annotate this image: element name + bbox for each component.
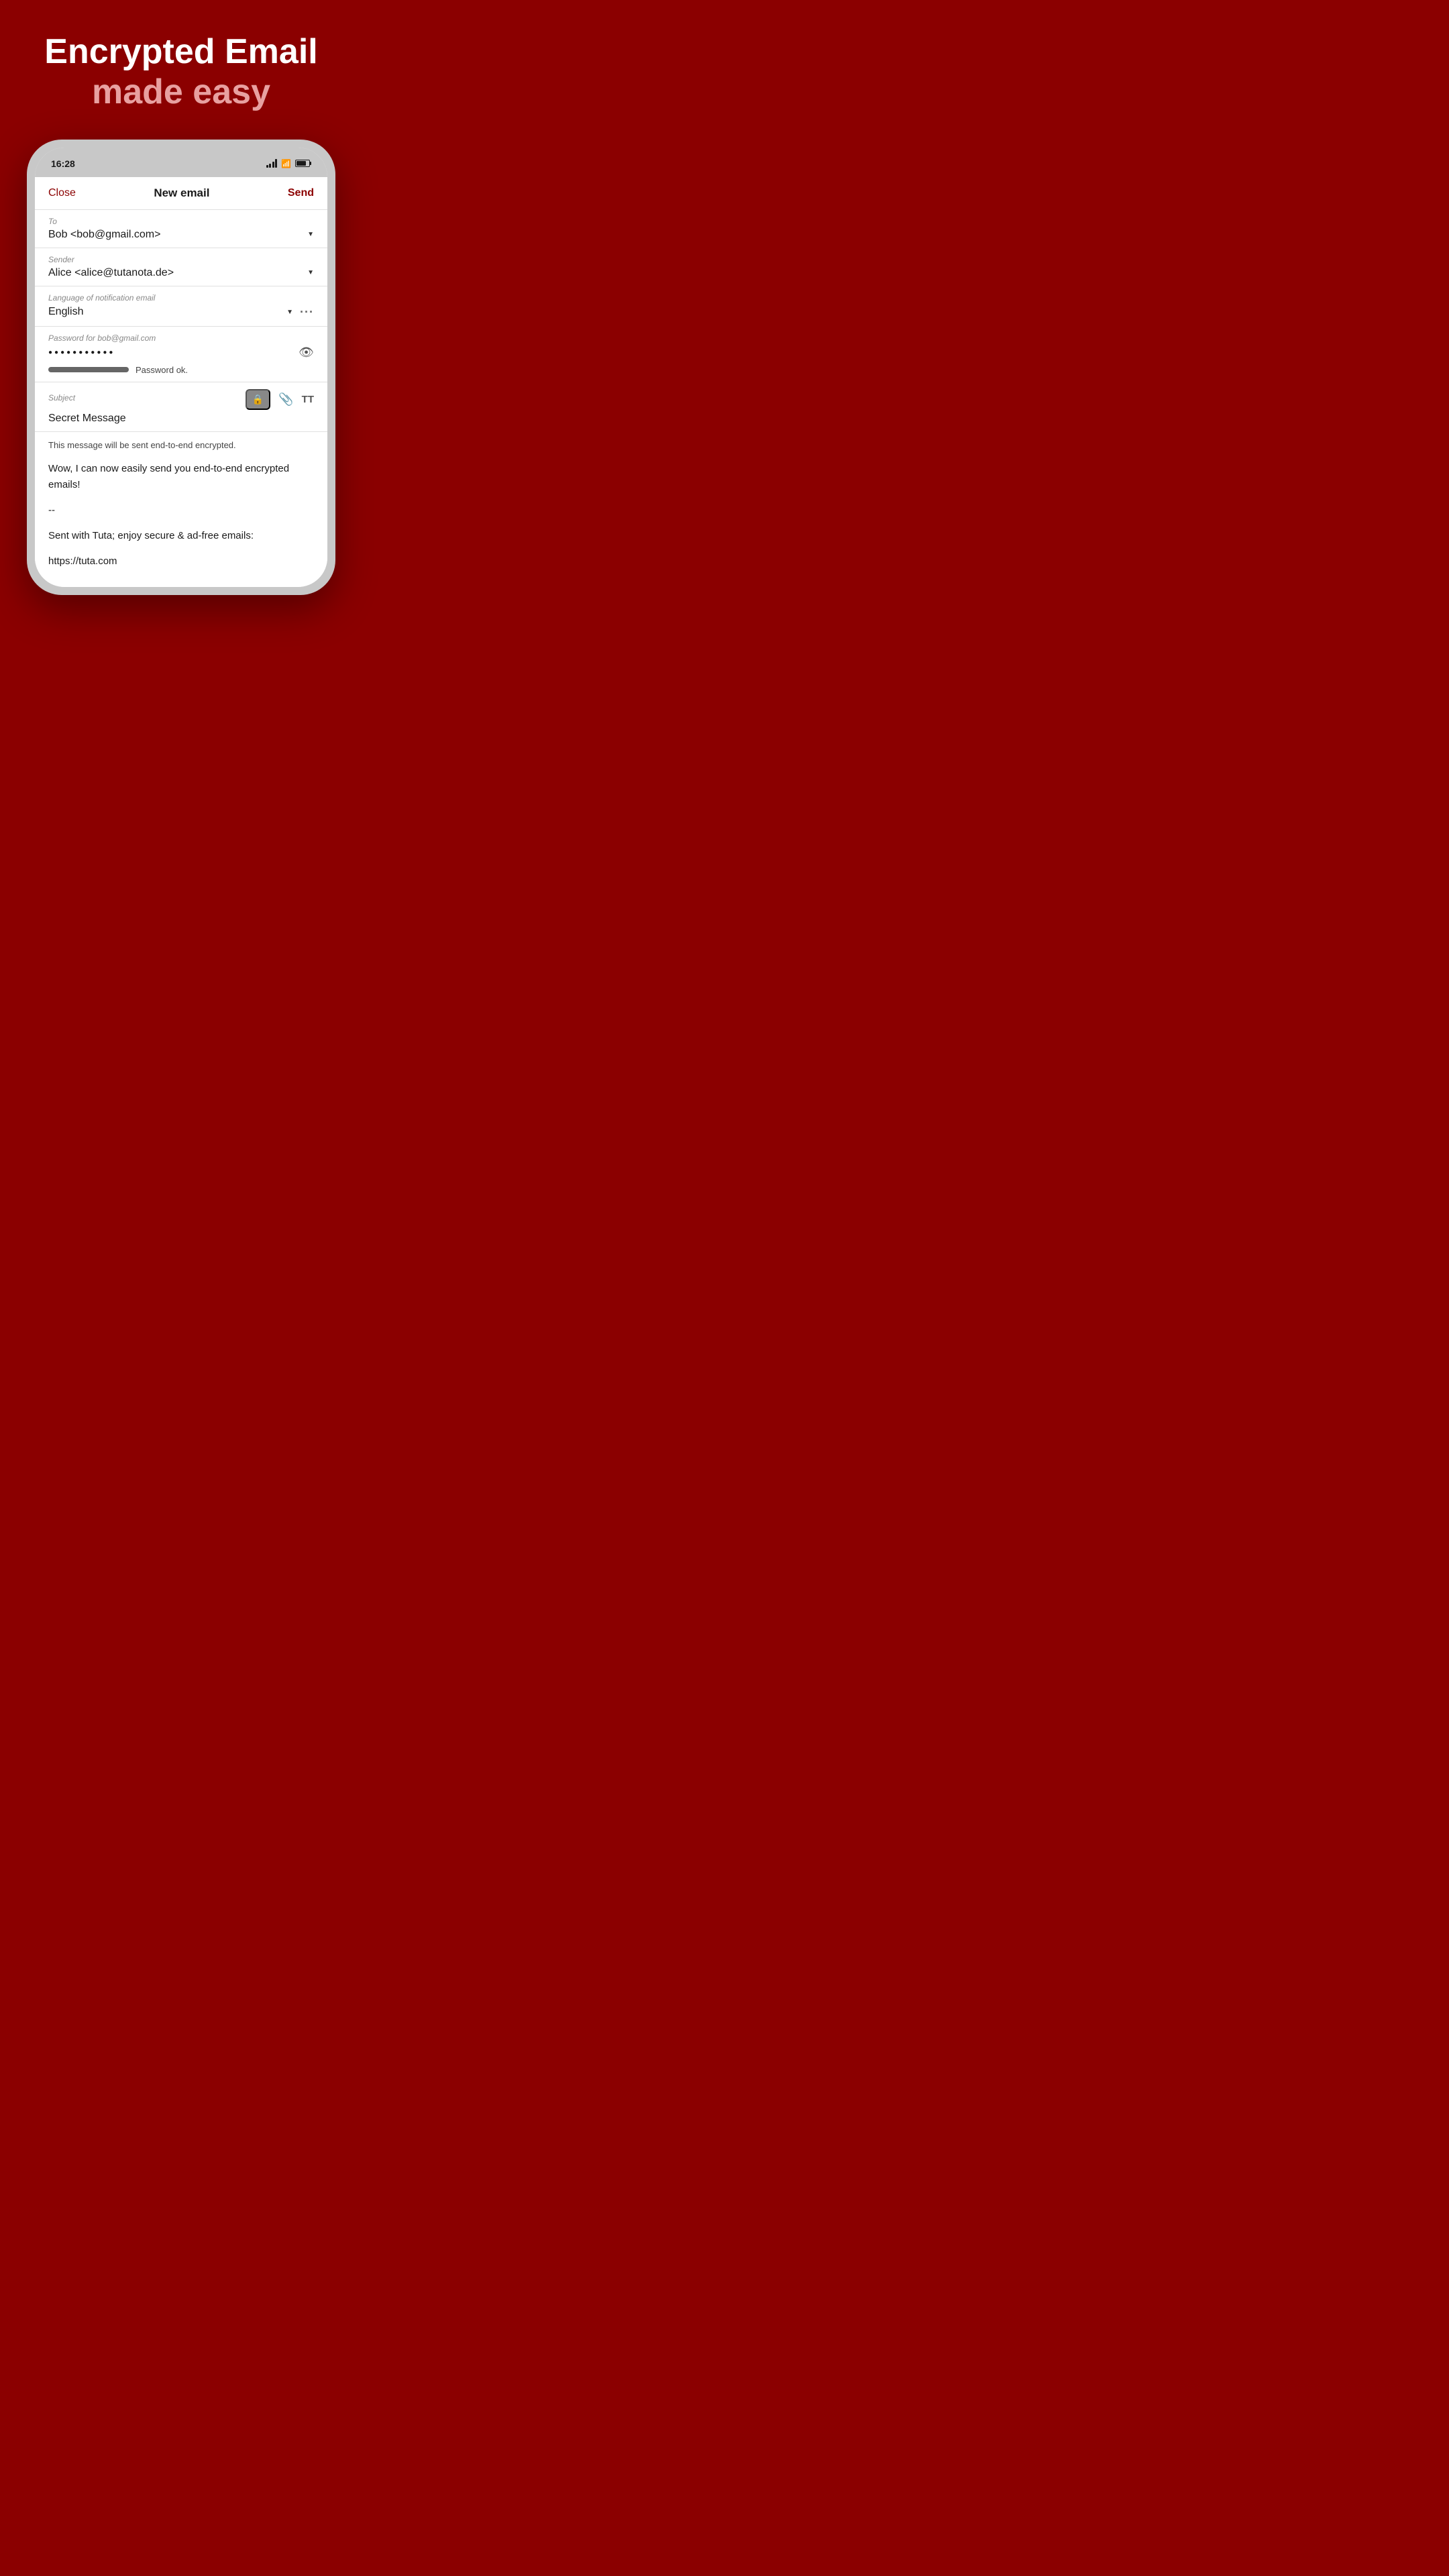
subject-label: Subject xyxy=(48,393,75,402)
close-button[interactable]: Close xyxy=(48,187,76,199)
notification-lang-row: English ▼ ··· xyxy=(48,305,314,319)
subject-section: Subject 🔒 📎 TT Secret Message xyxy=(35,382,327,432)
subject-value[interactable]: Secret Message xyxy=(48,413,126,424)
notch xyxy=(138,148,225,166)
password-row: ●●●●●●●●●●● 👁 xyxy=(48,345,314,360)
phone-frame: 16:28 📶 C xyxy=(27,140,335,595)
subject-toolbar: 🔒 📎 TT xyxy=(246,389,314,410)
phone-mockup: 16:28 📶 C xyxy=(27,140,335,595)
hero-section: Encrypted Email made easy xyxy=(0,0,362,133)
signature-line1: Sent with Tuta; enjoy secure & ad-free e… xyxy=(48,528,314,544)
more-options-icon[interactable]: ··· xyxy=(300,305,314,319)
lock-icon: 🔒 xyxy=(252,394,264,405)
notification-lang-section: Language of notification email English ▼… xyxy=(35,286,327,327)
notification-lang-value[interactable]: English xyxy=(48,306,281,318)
sender-field-section: Sender Alice <alice@tutanota.de> ▼ xyxy=(35,248,327,286)
body-paragraph: Wow, I can now easily send you end-to-en… xyxy=(48,461,314,493)
to-dropdown-arrow[interactable]: ▼ xyxy=(307,231,314,238)
sender-label: Sender xyxy=(48,255,314,264)
to-field-section: To Bob <bob@gmail.com> ▼ xyxy=(35,210,327,248)
encrypt-toggle-button[interactable]: 🔒 xyxy=(246,389,270,410)
password-section: Password for bob@gmail.com ●●●●●●●●●●● 👁… xyxy=(35,327,327,382)
attachment-icon[interactable]: 📎 xyxy=(278,392,293,407)
lang-dropdown-arrow[interactable]: ▼ xyxy=(286,309,293,316)
encrypted-notice: This message will be sent end-to-end enc… xyxy=(48,440,314,450)
notification-lang-label: Language of notification email xyxy=(48,293,314,303)
sender-dropdown-arrow[interactable]: ▼ xyxy=(307,269,314,276)
password-label: Password for bob@gmail.com xyxy=(48,333,314,343)
email-compose-screen: Close New email Send To Bob <bob@gmail.c… xyxy=(35,177,327,587)
email-body-section: This message will be sent end-to-end enc… xyxy=(35,432,327,587)
sender-value-row: Alice <alice@tutanota.de> ▼ xyxy=(48,267,314,279)
password-strength-indicator: Password ok. xyxy=(48,365,314,375)
to-value[interactable]: Bob <bob@gmail.com> xyxy=(48,229,302,241)
signature-separator: -- xyxy=(48,502,314,519)
to-label: To xyxy=(48,217,314,226)
to-value-row: Bob <bob@gmail.com> ▼ xyxy=(48,229,314,241)
send-button[interactable]: Send xyxy=(288,187,314,199)
password-status: Password ok. xyxy=(136,365,188,375)
phone-screen: 16:28 📶 C xyxy=(35,148,327,587)
signature-line2: https://tuta.com xyxy=(48,553,314,570)
hero-subtitle: made easy xyxy=(27,72,335,113)
font-size-icon[interactable]: TT xyxy=(302,394,314,405)
status-icons: 📶 xyxy=(266,159,311,168)
compose-title: New email xyxy=(154,186,209,200)
show-password-icon[interactable]: 👁 xyxy=(299,345,314,360)
status-bar: 16:28 📶 xyxy=(35,148,327,177)
wifi-icon: 📶 xyxy=(281,159,291,168)
subject-top-row: Subject 🔒 📎 TT xyxy=(48,389,314,410)
strength-bar xyxy=(48,367,129,372)
email-body[interactable]: Wow, I can now easily send you end-to-en… xyxy=(48,461,314,570)
hero-title: Encrypted Email xyxy=(27,32,335,72)
password-field[interactable]: ●●●●●●●●●●● xyxy=(48,349,299,356)
sender-value[interactable]: Alice <alice@tutanota.de> xyxy=(48,267,302,279)
status-time: 16:28 xyxy=(51,158,75,169)
battery-icon xyxy=(295,160,311,167)
compose-header: Close New email Send xyxy=(35,177,327,210)
signal-icon xyxy=(266,159,278,168)
